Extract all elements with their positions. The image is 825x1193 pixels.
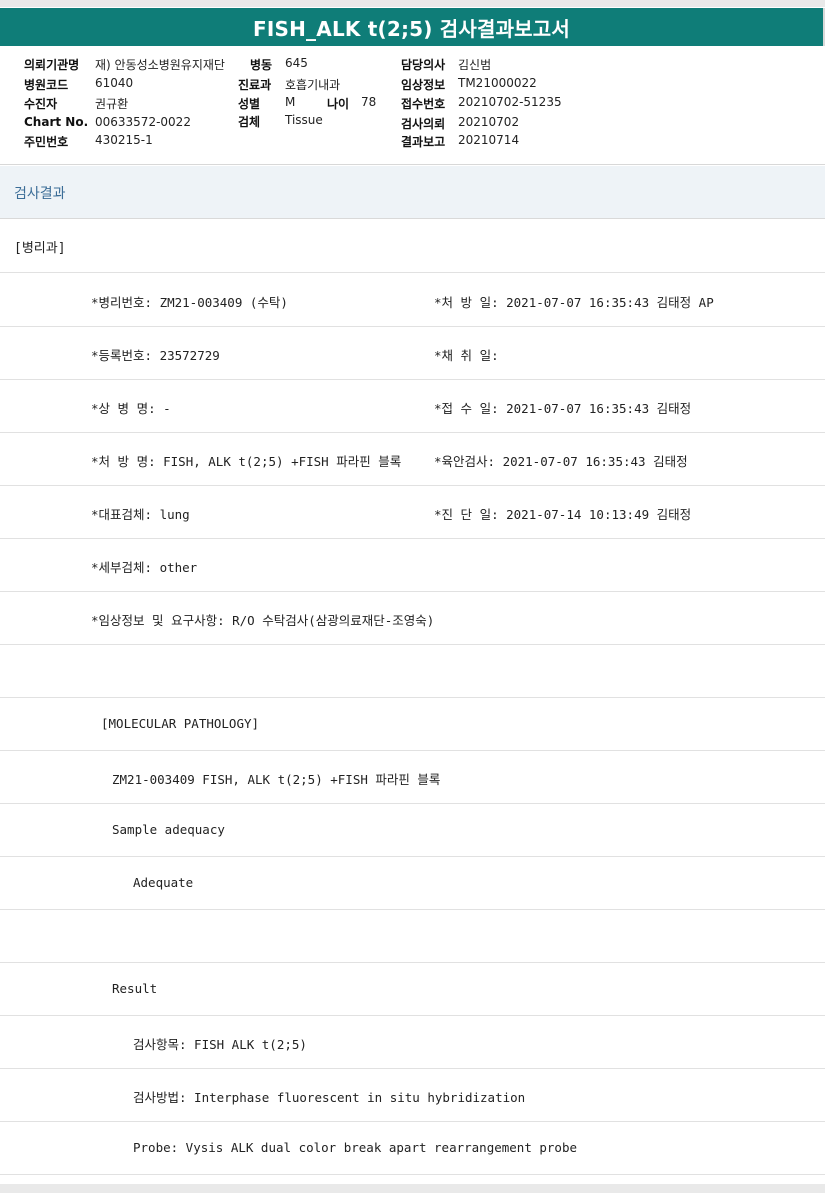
chart-no-value: 00633572-0022 — [95, 115, 191, 129]
report-row: *처 방 명: FISH, ALK t(2;5) +FISH 파라핀 블록 *육… — [0, 433, 825, 486]
report-row-left: *병리번호: ZM21-003409 (수탁) — [91, 295, 288, 310]
report-row-right: *진 단 일: 2021-07-14 10:13:49 김태정 — [434, 507, 692, 522]
clinical-info-label: 임상정보 — [401, 78, 446, 92]
report-row — [0, 645, 825, 698]
sex-label: 성별 — [238, 97, 261, 111]
report-row-right: *접 수 일: 2021-07-07 16:35:43 김태정 — [434, 401, 692, 416]
molecular-row-text: Result — [112, 981, 158, 996]
molecular-row-text: 검사방법: Interphase fluorescent in situ hyb… — [133, 1090, 526, 1105]
report-row-left: *임상정보 및 요구사항: R/O 수탁검사(삼광의료재단-조영숙) — [91, 613, 435, 628]
results-section-title: 검사결과 — [14, 186, 66, 202]
chart-no-label: Chart No. — [24, 115, 89, 129]
molecular-row: Adequate — [0, 857, 825, 910]
report-row: *세부검체: other — [0, 539, 825, 592]
report-row: *대표검체: lung *진 단 일: 2021-07-14 10:13:49 … — [0, 486, 825, 539]
molecular-row: Sample adequacy — [0, 804, 825, 857]
report-row-left: *세부검체: other — [91, 560, 198, 575]
report-row: *상 병 명: - *접 수 일: 2021-07-07 16:35:43 김태… — [0, 380, 825, 433]
request-label: 검사의뢰 — [401, 117, 446, 131]
request-value: 20210702 — [458, 115, 520, 129]
report-row-left: *대표검체: lung — [91, 507, 190, 522]
report-row: *병리번호: ZM21-003409 (수탁) *처 방 일: 2021-07-… — [0, 274, 825, 327]
molecular-row-text: [MOLECULAR PATHOLOGY] — [101, 716, 260, 731]
ward-value: 645 — [285, 56, 308, 70]
receipt-no-label: 접수번호 — [401, 97, 446, 111]
molecular-row: 검사방법: Interphase fluorescent in situ hyb… — [0, 1069, 825, 1122]
molecular-row: Result — [0, 963, 825, 1016]
sex-value: M — [285, 95, 296, 109]
molecular-row-text: 검사항목: FISH ALK t(2;5) — [133, 1037, 307, 1052]
report-row-left: *등록번호: 23572729 — [91, 348, 220, 363]
molecular-row-text: Probe: Vysis ALK dual color break apart … — [133, 1140, 578, 1155]
molecular-row — [0, 910, 825, 963]
molecular-row-text: Sample adequacy — [112, 822, 225, 837]
doctor-label: 담당의사 — [401, 58, 446, 72]
recipient-value: 권규환 — [95, 97, 129, 111]
report-row-left: *처 방 명: FISH, ALK t(2;5) +FISH 파라핀 블록 — [91, 454, 402, 469]
institution-value: 재) 안동성소병원유지재단 — [95, 58, 225, 72]
report-row-right: *채 취 일: — [434, 348, 499, 363]
ward-label: 병동 — [250, 58, 273, 72]
molecular-row-text: ZM21-003409 FISH, ALK t(2;5) +FISH 파라핀 블… — [112, 772, 441, 787]
department-name: [병리과] — [14, 241, 66, 256]
report-date-value: 20210714 — [458, 133, 520, 147]
recipient-label: 수진자 — [24, 97, 58, 111]
molecular-row: [MOLECULAR PATHOLOGY] — [0, 698, 825, 751]
institution-label: 의뢰기관명 — [24, 58, 80, 72]
hospital-code-value: 61040 — [95, 76, 134, 90]
receipt-no-value: 20210702-51235 — [458, 95, 562, 109]
age-value: 78 — [361, 95, 377, 109]
department-row: [병리과] — [0, 220, 825, 273]
department-label: 진료과 — [238, 78, 272, 92]
molecular-row: Probe: Vysis ALK dual color break apart … — [0, 1122, 825, 1175]
resident-no-value: 430215-1 — [95, 133, 153, 147]
hospital-code-label: 병원코드 — [24, 78, 69, 92]
specimen-label: 검체 — [238, 115, 261, 129]
resident-no-label: 주민번호 — [24, 135, 69, 149]
doctor-value: 김신범 — [458, 58, 492, 72]
report-row: *등록번호: 23572729 *채 취 일: — [0, 327, 825, 380]
molecular-row: 검사항목: FISH ALK t(2;5) — [0, 1016, 825, 1069]
report-title-bar: FISH_ALK t(2;5) 검사결과보고서 — [0, 8, 825, 46]
results-section-header: 검사결과 — [0, 166, 825, 219]
report-body: *병리번호: ZM21-003409 (수탁) *처 방 일: 2021-07-… — [0, 274, 825, 1175]
report-row-right: *처 방 일: 2021-07-07 16:35:43 김태정 AP — [434, 295, 714, 310]
patient-info-panel: 의뢰기관명 재) 안동성소병원유지재단 병동 645 담당의사 김신범 병원코드… — [0, 47, 825, 165]
report-title: FISH_ALK t(2;5) 검사결과보고서 — [253, 16, 570, 41]
clinical-info-value: TM21000022 — [458, 76, 537, 90]
report-row: *임상정보 및 요구사항: R/O 수탁검사(삼광의료재단-조영숙) — [0, 592, 825, 645]
molecular-row: ZM21-003409 FISH, ALK t(2;5) +FISH 파라핀 블… — [0, 751, 825, 804]
age-label: 나이 — [327, 97, 350, 111]
report-date-label: 결과보고 — [401, 135, 446, 149]
top-strip — [0, 0, 825, 7]
department-value: 호흡기내과 — [285, 78, 341, 92]
bottom-strip — [0, 1184, 825, 1193]
report-row-right: *육안검사: 2021-07-07 16:35:43 김태정 — [434, 454, 688, 469]
report-row-left: *상 병 명: - — [91, 401, 171, 416]
specimen-value: Tissue — [285, 113, 323, 127]
molecular-row-text: Adequate — [133, 875, 194, 890]
